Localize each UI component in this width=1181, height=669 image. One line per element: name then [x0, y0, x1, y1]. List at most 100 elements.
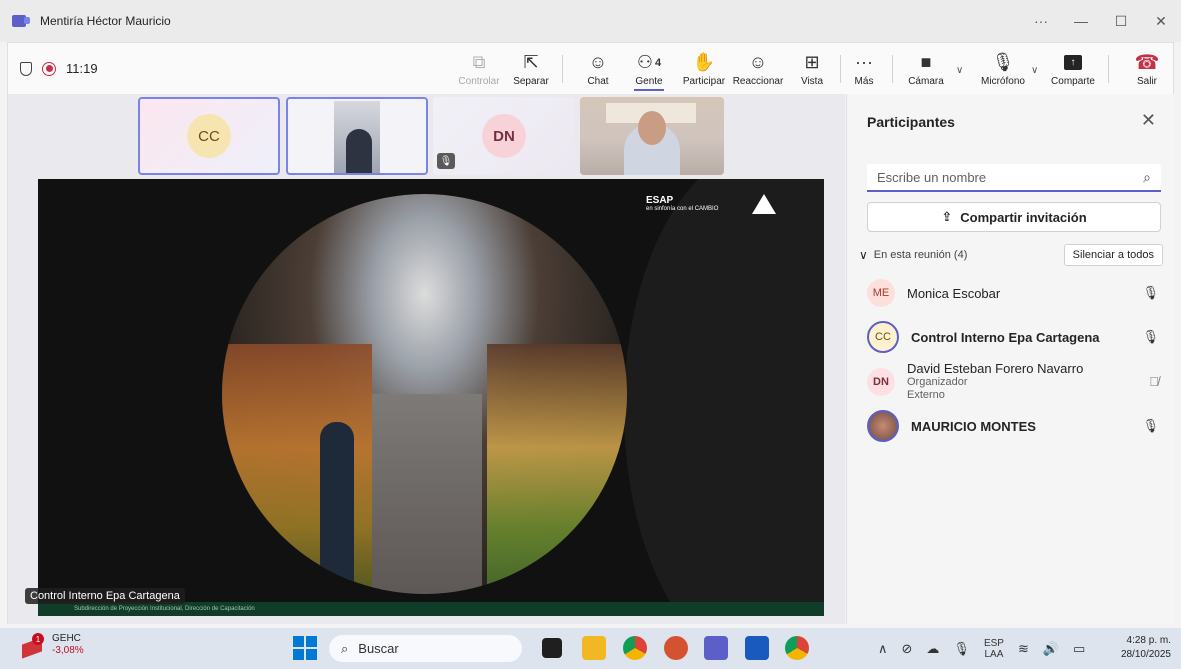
share-invite-label: Compartir invitación	[960, 209, 1087, 225]
presenter-name-tag: Control Interno Epa Cartagena	[25, 588, 185, 604]
more-window-options-icon[interactable]: ···	[1021, 0, 1061, 42]
windows-taskbar: 1 GEHC -3,08% ⌕ Buscar ∧ ⊘ ☁ 🎙 ESP LAA ≋…	[0, 628, 1181, 669]
hand-icon: ✋	[692, 52, 716, 72]
control-button[interactable]: ⧉ Controlar	[455, 43, 503, 95]
participant-tile[interactable]: CC	[138, 97, 280, 175]
volume-icon[interactable]: 🔊	[1043, 641, 1059, 657]
raise-hand-button[interactable]: ✋ Participar	[676, 43, 732, 95]
focus-icon[interactable]: ⊘	[902, 641, 913, 657]
more-button[interactable]: ··· Más	[849, 43, 879, 95]
avatar: CC	[867, 321, 899, 353]
participant-video-tile[interactable]	[580, 97, 724, 175]
microphone-icon: 🎙	[991, 52, 1015, 72]
view-button[interactable]: ⊞ Vista	[796, 43, 828, 95]
meeting-timer: 11:19	[66, 61, 98, 76]
camera-button[interactable]: ■ Cámara	[904, 43, 948, 95]
react-button[interactable]: ☺ Reaccionar	[730, 43, 786, 95]
keyboard-layout: LAA	[984, 648, 1004, 660]
muted-mic-icon[interactable]: 🎙̸	[1149, 374, 1159, 389]
participant-search-input[interactable]	[867, 164, 1117, 190]
participant-row[interactable]: ME Monica Escobar 🎙	[867, 279, 1167, 307]
word-icon[interactable]	[745, 636, 769, 660]
participant-row[interactable]: MAURICIO MONTES 🎙	[867, 410, 1167, 442]
start-button[interactable]	[293, 636, 317, 660]
recording-icon	[42, 61, 56, 76]
file-explorer-icon[interactable]	[582, 636, 606, 660]
section-label: En esta reunión (4)	[873, 249, 968, 261]
taskbar-clock[interactable]: 4:28 p. m. 28/10/2025	[1121, 634, 1171, 662]
wifi-icon[interactable]: ≋	[1018, 641, 1029, 657]
chrome-dev-icon[interactable]	[785, 636, 809, 660]
slide-footer: Subdirección de Proyección Institucional…	[38, 602, 824, 616]
stock-widget[interactable]: 1 GEHC -3,08%	[22, 633, 84, 657]
person-walking	[320, 422, 354, 592]
language-code: ESP	[983, 637, 1004, 649]
smiley-icon: ☺	[748, 52, 768, 72]
microphone-options-chevron-icon[interactable]: ∨	[1031, 65, 1038, 76]
microphone-icon[interactable]: 🎙	[1142, 418, 1159, 434]
powerpoint-icon[interactable]	[664, 636, 688, 660]
participant-video-tile[interactable]	[286, 97, 428, 175]
share-screen-icon: ↑	[1064, 55, 1082, 70]
in-meeting-section[interactable]: ∨ En esta reunión (4) Silenciar a todos	[859, 244, 1163, 266]
microphone-icon[interactable]: 🎙	[1142, 329, 1159, 345]
people-button[interactable]: ⚇ 4 Gente	[628, 43, 670, 95]
avatar: ME	[867, 279, 895, 307]
teams-icon[interactable]	[704, 636, 728, 660]
market-stall-right	[487, 344, 627, 594]
people-icon: ⚇ 4	[636, 52, 662, 72]
leave-button[interactable]: ☎ Salir	[1132, 43, 1162, 95]
chevron-up-icon[interactable]: ∧	[878, 641, 888, 657]
close-panel-icon[interactable]: ✕	[1141, 110, 1156, 131]
taskbar-search[interactable]: ⌕ Buscar	[329, 635, 522, 662]
chevron-down-icon: ∨	[859, 248, 868, 262]
mute-all-button[interactable]: Silenciar a todos	[1063, 244, 1163, 266]
microphone-icon[interactable]: 🎙	[953, 641, 970, 657]
participant-role: Organizador	[907, 376, 968, 388]
notification-badge: 1	[32, 633, 44, 645]
esap-logo-subtitle: en sinfonía con el CAMBIO	[646, 206, 719, 212]
participant-name: MAURICIO MONTES	[911, 418, 1036, 434]
participant-row[interactable]: CC Control Interno Epa Cartagena 🎙	[867, 321, 1167, 353]
minimize-icon[interactable]: —	[1061, 0, 1101, 42]
toolbar-divider	[892, 55, 893, 83]
close-window-icon[interactable]: ✕	[1141, 0, 1181, 42]
participant-name: Control Interno Epa Cartagena	[911, 329, 1100, 345]
cloud-icon[interactable]: ☁	[926, 641, 939, 657]
share-invite-button[interactable]: ⇪ Compartir invitación	[867, 202, 1161, 232]
battery-icon[interactable]: ▭	[1073, 641, 1085, 657]
window-title: Mentiría Héctor Mauricio	[40, 14, 171, 28]
participant-tile[interactable]: DN 🎙	[433, 97, 575, 175]
pop-out-button[interactable]: ⇱ Separar	[508, 43, 554, 95]
task-view-icon[interactable]	[542, 638, 562, 658]
chat-button[interactable]: ☺ Chat	[582, 43, 614, 95]
avatar	[867, 410, 899, 442]
participant-silhouette	[346, 129, 372, 173]
participant-tag: Externo	[907, 389, 945, 401]
participant-head	[638, 111, 666, 145]
participants-panel: Participantes ✕ ⌕ ⇪ Compartir invitación…	[846, 94, 1174, 624]
control-label: Controlar	[458, 75, 500, 87]
participant-name: David Esteban Forero Navarro	[907, 361, 1084, 376]
shared-presentation: ESAP en sinfonía con el CAMBIO Subdirecc…	[38, 179, 824, 616]
teams-logo-icon	[12, 15, 30, 27]
participant-row[interactable]: DN David Esteban Forero Navarro Organiza…	[867, 361, 1167, 402]
participant-search[interactable]: ⌕	[867, 164, 1161, 192]
meeting-stage: CC DN 🎙 ESAP en sinfonía con el CAMBIO S…	[7, 94, 845, 624]
maximize-icon[interactable]: ☐	[1101, 0, 1141, 42]
leave-label: Salir	[1136, 75, 1157, 87]
share-button[interactable]: ↑ Comparte	[1046, 43, 1100, 95]
language-indicator[interactable]: ESP LAA	[984, 638, 1004, 660]
toolbar-divider	[562, 55, 563, 83]
react-label: Reaccionar	[732, 75, 784, 87]
camera-options-chevron-icon[interactable]: ∨	[956, 65, 963, 76]
people-count: 4	[655, 56, 662, 69]
avatar: DN	[867, 367, 895, 396]
share-icon: ⇪	[941, 209, 953, 224]
toolbar-divider	[1108, 55, 1109, 83]
microphone-button[interactable]: 🎙 Micrófono	[975, 43, 1031, 95]
people-label: Gente	[635, 75, 663, 87]
toolbar-divider	[840, 55, 841, 83]
microphone-icon[interactable]: 🎙	[1142, 285, 1159, 301]
chrome-icon[interactable]	[623, 636, 647, 660]
